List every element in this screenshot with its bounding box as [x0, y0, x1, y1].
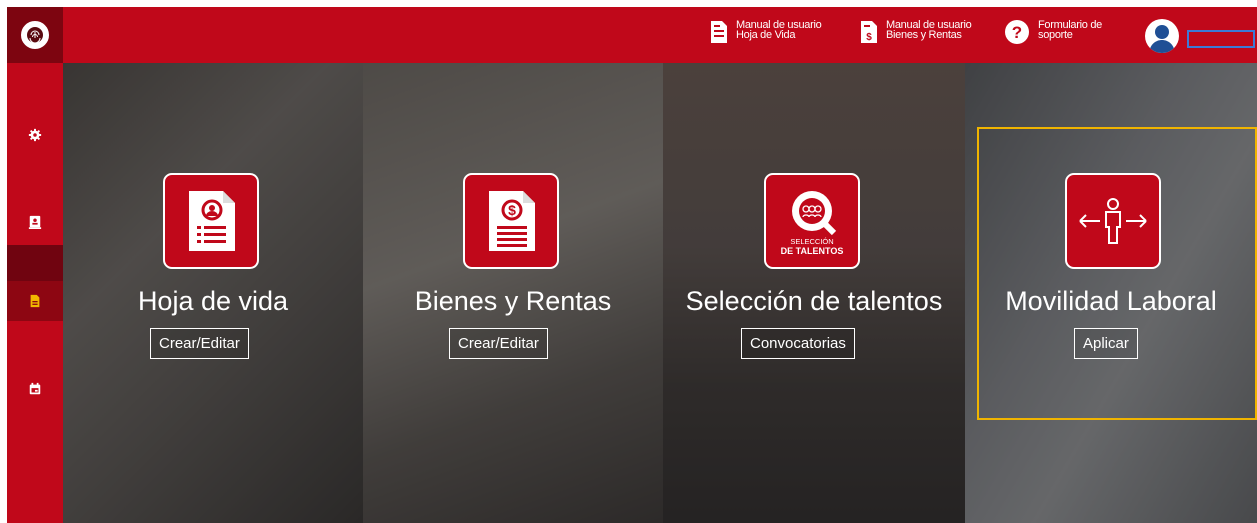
icon-text-1: SELECCIÓN [790, 237, 833, 246]
panel-title: Hoja de vida [137, 286, 289, 316]
user-menu[interactable] [1187, 30, 1255, 48]
document-icon [30, 294, 40, 308]
convocatorias-button[interactable]: Convocatorias [741, 328, 855, 359]
id-card-icon [28, 215, 42, 229]
panel-title: Movilidad Laboral [1005, 286, 1217, 316]
icon-text-2: DE TALENTOS [781, 246, 844, 256]
panel-hoja-de-vida[interactable]: Hoja de vida Crear/Editar [63, 63, 363, 523]
document-icon [711, 21, 727, 43]
svg-text:$: $ [866, 32, 872, 43]
user-avatar[interactable] [1145, 19, 1179, 53]
mobility-icon [1065, 173, 1161, 269]
panel-seleccion-talentos[interactable]: SELECCIÓN DE TALENTOS Selección de talen… [663, 63, 965, 523]
svg-text:?: ? [1012, 23, 1022, 42]
aplicar-button[interactable]: Aplicar [1074, 328, 1138, 359]
main-content: Hoja de vida Crear/Editar $ Bienes y Ren… [63, 63, 1257, 523]
sidebar-item-blank[interactable] [7, 245, 63, 281]
resume-icon [163, 173, 259, 269]
talent-selection-icon: SELECCIÓN DE TALENTOS [764, 173, 860, 269]
support-line2: soporte [1038, 29, 1073, 41]
sidebar-item-calendar[interactable] [7, 369, 63, 409]
top-bar: Manual de usuario Hoja de Vida $ Manual … [63, 7, 1257, 63]
manual-br-line2: Bienes y Rentas [886, 29, 962, 41]
crear-editar-button[interactable]: Crear/Editar [150, 328, 249, 359]
panel-bienes-rentas[interactable]: $ Bienes y Rentas Crear/Editar [363, 63, 663, 523]
calendar-icon [29, 382, 41, 395]
sidebar-item-profile[interactable] [7, 202, 63, 242]
manual-hv-line2: Hoja de Vida [736, 29, 796, 41]
sidebar-item-settings[interactable] [7, 115, 63, 155]
dollar-document-icon: $ [463, 173, 559, 269]
sidebar-item-documents[interactable] [7, 281, 63, 321]
manual-bienes-rentas-link[interactable]: $ Manual de usuario Bienes y Rentas [860, 20, 972, 44]
crear-editar-button[interactable]: Crear/Editar [449, 328, 548, 359]
panel-title: Selección de talentos [685, 286, 943, 316]
sidebar [7, 7, 63, 523]
panel-title: Bienes y Rentas [414, 286, 612, 316]
support-form-link[interactable]: ? Formulario de soporte [1004, 20, 1102, 45]
document-dollar-icon: $ [861, 21, 877, 43]
fingerprint-icon [21, 21, 49, 49]
svg-text:$: $ [508, 202, 516, 218]
gear-icon [28, 128, 42, 142]
manual-hoja-de-vida-link[interactable]: Manual de usuario Hoja de Vida [710, 20, 822, 44]
help-icon: ? [1005, 20, 1029, 44]
user-icon [1149, 25, 1175, 53]
logo[interactable] [7, 7, 63, 63]
panel-movilidad-laboral[interactable]: Movilidad Laboral Aplicar [965, 63, 1257, 523]
